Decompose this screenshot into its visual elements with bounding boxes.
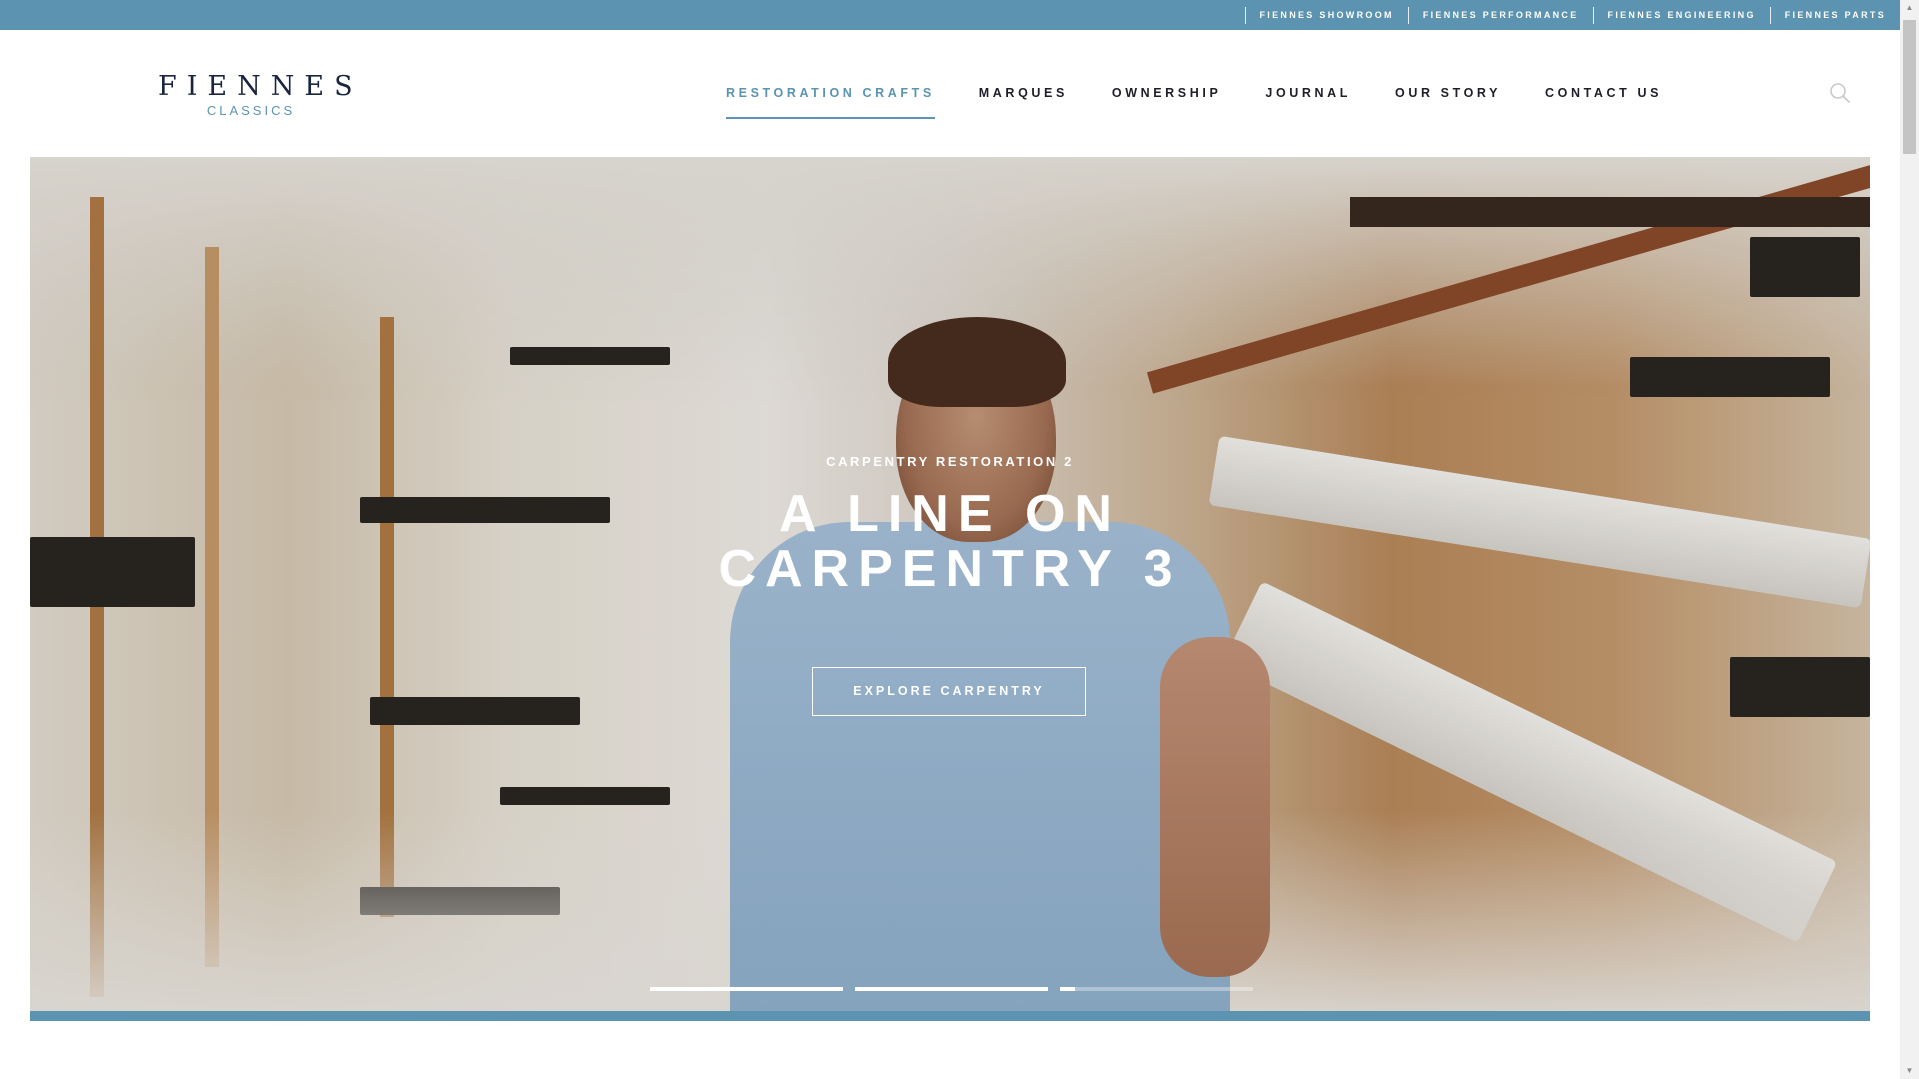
hero-headline: A LINE ON CARPENTRY 3 [30,487,1870,597]
search-icon[interactable] [1829,82,1851,104]
link-fiennes-showroom[interactable]: FIENNES SHOWROOM [1244,6,1408,24]
nav-journal[interactable]: JOURNAL [1265,83,1351,117]
site-logo[interactable]: FIENNES CLASSICS [158,72,353,119]
top-utility-bar: FIENNES SHOWROOM FIENNES PERFORMANCE FIE… [0,0,1900,30]
hero-eyebrow: CARPENTRY RESTORATION 2 [826,454,1074,469]
hero-headline-line-1: A LINE ON [779,485,1121,543]
scrollbar-thumb[interactable] [1903,20,1916,154]
nav-ownership[interactable]: OWNERSHIP [1112,83,1222,117]
slide-indicator-fill [650,987,843,991]
slide-progress-indicators [650,987,1265,991]
brand-links: FIENNES SHOWROOM FIENNES PERFORMANCE FIE… [1244,0,1901,30]
hero-headline-line-2: CARPENTRY 3 [718,540,1182,598]
slide-indicator-fill [1060,987,1076,991]
nav-marques[interactable]: MARQUES [979,83,1068,117]
scroll-down-arrow-icon[interactable]: ▼ [1900,1063,1919,1079]
page-scrollbar[interactable]: ▲ ▼ [1900,0,1919,1079]
link-fiennes-parts[interactable]: FIENNES PARTS [1769,6,1900,24]
slide-indicator-fill [855,987,1048,991]
main-navigation: RESTORATION CRAFTS MARQUES OWNERSHIP JOU… [726,83,1706,119]
logo-name: FIENNES [158,71,363,102]
logo-subtitle: CLASSICS [206,103,296,118]
hero-content: CARPENTRY RESTORATION 2 A LINE ON CARPEN… [30,157,1870,1011]
link-fiennes-performance[interactable]: FIENNES PERFORMANCE [1407,6,1593,24]
hero-accent-bar [30,1011,1870,1021]
nav-our-story[interactable]: OUR STORY [1395,83,1501,117]
scroll-up-arrow-icon[interactable]: ▲ [1900,0,1919,16]
nav-contact-us[interactable]: CONTACT US [1545,83,1662,117]
link-fiennes-engineering[interactable]: FIENNES ENGINEERING [1592,6,1770,24]
nav-restoration-crafts[interactable]: RESTORATION CRAFTS [726,83,935,119]
explore-carpentry-button[interactable]: EXPLORE CARPENTRY [812,667,1086,716]
hero-banner: CARPENTRY RESTORATION 2 A LINE ON CARPEN… [30,157,1870,1011]
slide-indicator-1[interactable] [650,987,843,991]
slide-indicator-2[interactable] [855,987,1048,991]
slide-indicator-3[interactable] [1060,987,1253,991]
